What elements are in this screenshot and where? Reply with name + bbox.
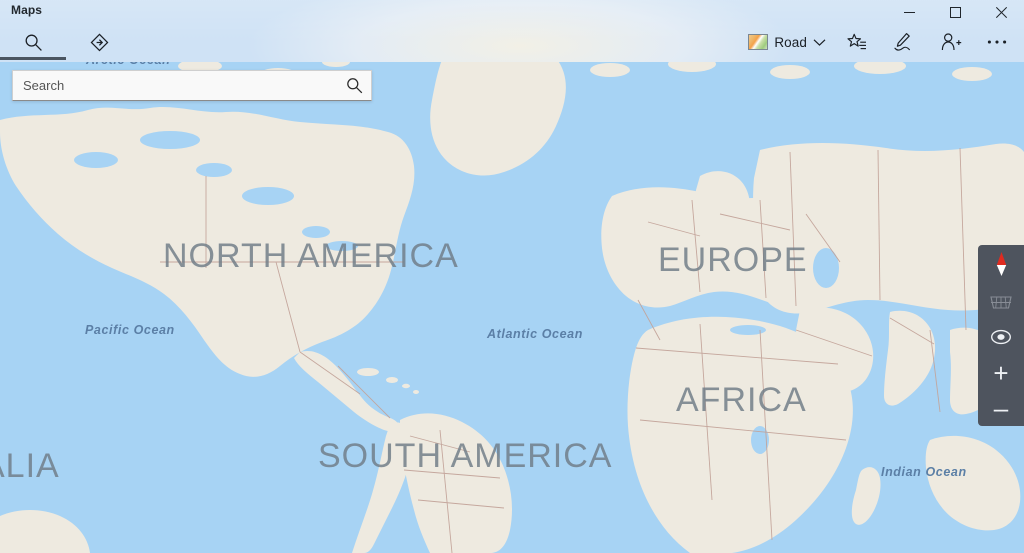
zoom-in-button[interactable]: + <box>978 355 1024 391</box>
map-label-europe: EUROPE <box>658 241 808 279</box>
tab-directions[interactable] <box>66 24 132 60</box>
map-label-north-america: NORTH AMERICA <box>163 237 459 275</box>
tilt-3d-button[interactable] <box>978 284 1024 320</box>
share-button[interactable] <box>930 25 972 59</box>
map-style-button[interactable]: Road <box>740 25 834 59</box>
tab-search-selected-indicator <box>0 57 66 60</box>
search-icon <box>25 34 42 51</box>
minimize-icon <box>903 11 915 13</box>
search-box[interactable] <box>12 70 372 101</box>
close-icon <box>995 6 1007 18</box>
compass-needle-icon <box>996 252 1006 277</box>
my-location-button[interactable] <box>978 319 1024 355</box>
map-label-africa: AFRICA <box>676 381 807 419</box>
ink-pen-icon <box>894 33 910 51</box>
tilt-3d-grid-icon <box>990 296 1012 309</box>
zoom-out-button[interactable]: – <box>978 390 1024 426</box>
map-label-pacific-ocean: Pacific Ocean <box>85 323 175 337</box>
map-label-south-america: SOUTH AMERICA <box>318 437 613 475</box>
compass-button[interactable] <box>978 245 1024 284</box>
ink-button[interactable] <box>882 25 924 59</box>
map-label-indian-ocean: Indian Ocean <box>881 465 967 479</box>
my-location-icon <box>991 330 1011 345</box>
search-submit-button[interactable] <box>337 71 371 100</box>
map-style-thumbnail-icon <box>748 34 769 50</box>
minus-icon: – <box>993 393 1009 424</box>
map-style-label: Road <box>774 34 807 50</box>
maps-app-window: NORTH AMERICA SOUTH AMERICA EUROPE AFRIC… <box>0 0 1024 553</box>
more-options-button[interactable] <box>976 25 1018 59</box>
map-label-australia-clipped: ALIA <box>0 447 60 485</box>
plus-icon: + <box>993 357 1009 388</box>
map-label-atlantic-ocean: Atlantic Ocean <box>487 327 583 341</box>
favorites-button[interactable] <box>836 25 876 59</box>
title-bar: Maps Road <box>0 0 1024 62</box>
minimize-button[interactable] <box>886 0 932 24</box>
person-add-icon <box>941 33 962 51</box>
search-icon <box>346 78 362 94</box>
favorites-star-icon <box>846 33 866 49</box>
maximize-icon <box>949 6 961 18</box>
map-controls-panel: + – <box>978 245 1024 426</box>
close-button[interactable] <box>978 0 1024 24</box>
directions-icon <box>90 33 108 51</box>
search-input[interactable] <box>13 71 337 100</box>
maximize-button[interactable] <box>932 0 978 24</box>
chevron-down-icon <box>813 38 826 46</box>
tab-search[interactable] <box>0 24 66 60</box>
more-ellipsis-icon <box>987 40 1007 44</box>
app-title: Maps <box>11 3 43 17</box>
